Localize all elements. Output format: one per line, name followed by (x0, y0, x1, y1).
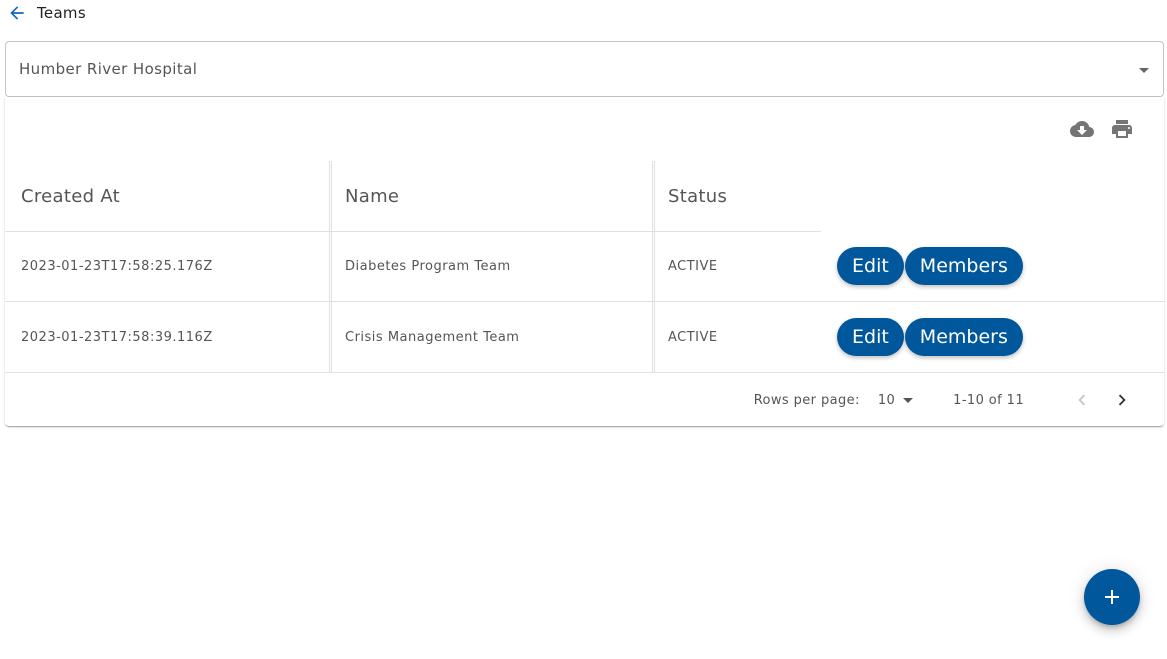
column-header-status[interactable]: Status (668, 161, 727, 231)
members-button[interactable]: Members (904, 247, 1023, 285)
page-header: Teams (6, 2, 86, 24)
rows-per-page-select[interactable]: 10 (877, 392, 914, 408)
cell-status: ACTIVE (668, 258, 718, 274)
cell-name: Diabetes Program Team (345, 258, 511, 274)
cell-actions: Edit Members (837, 302, 1023, 372)
table-row: 2023-01-23T17:58:39.116Z Crisis Manageme… (5, 302, 1164, 373)
add-team-button[interactable] (1084, 569, 1140, 625)
back-button[interactable] (6, 2, 28, 24)
plus-icon (1105, 590, 1119, 604)
chevron-left-icon (1078, 394, 1086, 406)
organization-select[interactable]: Humber River Hospital (5, 41, 1164, 97)
previous-page-button[interactable] (1070, 388, 1094, 412)
chevron-right-icon (1118, 394, 1126, 406)
rows-per-page-value: 10 (877, 392, 896, 408)
print-button[interactable] (1110, 117, 1134, 141)
print-icon (1112, 120, 1132, 138)
table-toolbar (1070, 117, 1134, 141)
next-page-button[interactable] (1110, 388, 1134, 412)
column-header-created-at[interactable]: Created At (21, 161, 120, 231)
teams-table-card: Created At Name Status 2023-01-23T17:58:… (5, 97, 1164, 426)
dropdown-caret-icon (1139, 68, 1149, 73)
page-title: Teams (37, 4, 86, 22)
cell-created-at: 2023-01-23T17:58:25.176Z (21, 258, 213, 274)
teams-table: Created At Name Status 2023-01-23T17:58:… (5, 161, 1164, 373)
members-button[interactable]: Members (904, 318, 1023, 356)
cell-actions: Edit Members (837, 231, 1023, 301)
table-header-row: Created At Name Status (5, 161, 1164, 232)
cell-status: ACTIVE (668, 329, 718, 345)
download-button[interactable] (1070, 117, 1094, 141)
dropdown-caret-icon (903, 397, 914, 403)
edit-button[interactable]: Edit (837, 318, 904, 356)
rows-per-page-label: Rows per page: (753, 392, 860, 408)
cell-created-at: 2023-01-23T17:58:39.116Z (21, 329, 213, 345)
edit-button[interactable]: Edit (837, 247, 904, 285)
organization-select-value: Humber River Hospital (19, 60, 198, 78)
table-row: 2023-01-23T17:58:25.176Z Diabetes Progra… (5, 231, 1164, 302)
table-pagination: Rows per page: 10 1-10 of 11 (5, 374, 1164, 426)
column-header-name[interactable]: Name (345, 161, 399, 231)
cloud-download-icon (1070, 121, 1094, 137)
cell-name: Crisis Management Team (345, 329, 520, 345)
pagination-range: 1-10 of 11 (953, 392, 1024, 408)
arrow-back-icon (10, 6, 24, 20)
